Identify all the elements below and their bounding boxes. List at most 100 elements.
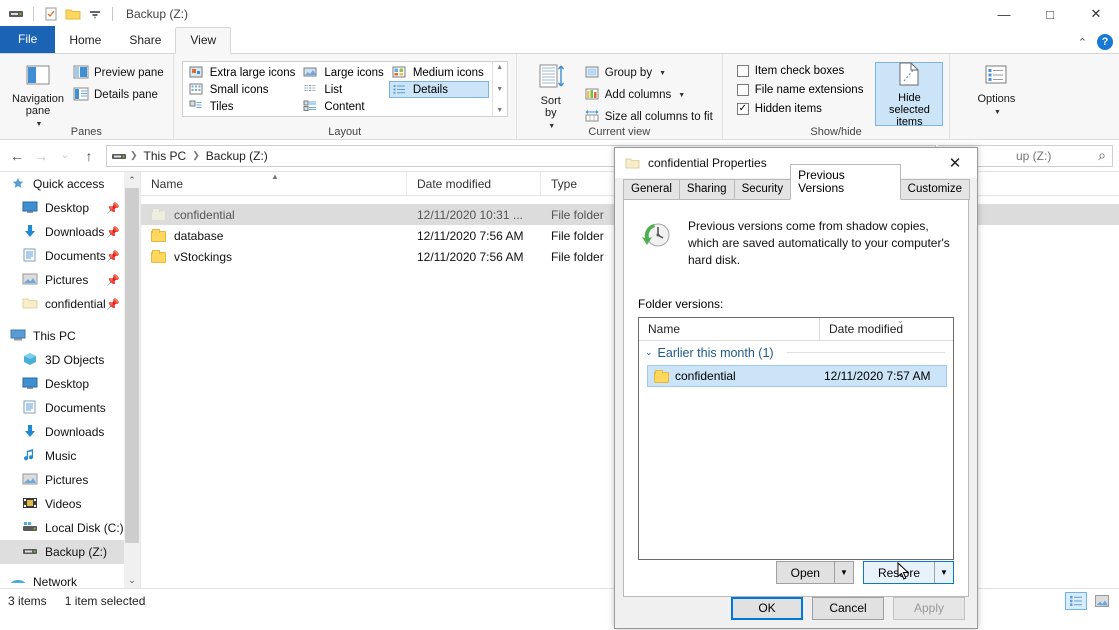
file-name-extensions-checkbox[interactable] (736, 84, 749, 96)
pin-icon[interactable]: 📌 (106, 250, 120, 263)
preview-pane-button[interactable]: Preview pane (70, 64, 167, 82)
sidebar-item-desktop[interactable]: Desktop 📌 (0, 196, 140, 220)
restore-dropdown-arrow-icon[interactable]: ▼ (934, 562, 953, 583)
tab-file[interactable]: File (0, 26, 56, 53)
chevron-down-icon[interactable]: ⌄ (645, 347, 653, 358)
close-button[interactable]: ✕ (1073, 0, 1119, 28)
sidebar-item-3d-objects[interactable]: 3D Objects (0, 348, 140, 372)
pin-icon[interactable]: 📌 (106, 202, 120, 215)
version-column-name[interactable]: Name (639, 318, 819, 341)
group-by-button[interactable]: Group by ▼ (581, 64, 716, 82)
sidebar-item-local-disk-c[interactable]: Local Disk (C:) (0, 516, 140, 540)
hidden-items-checkbox[interactable]: ✓ (736, 103, 749, 115)
tab-home[interactable]: Home (55, 28, 115, 53)
scroll-down-icon[interactable]: ⌄ (124, 572, 140, 588)
ok-button[interactable]: OK (731, 596, 803, 620)
chevron-down-icon[interactable]: ▼ (994, 107, 1001, 119)
scrollbar-thumb[interactable] (125, 188, 139, 543)
layout-content[interactable]: Content (300, 98, 388, 115)
file-name-extensions-option[interactable]: File name extensions (735, 83, 866, 97)
pin-icon[interactable]: 📌 (106, 226, 120, 239)
open-button[interactable]: Open ▼ (775, 561, 854, 584)
details-pane-button[interactable]: Details pane (70, 86, 167, 104)
layout-gallery[interactable]: Extra large icons Small icons Tiles Larg… (181, 61, 508, 117)
scroll-up-icon[interactable]: ⌃ (124, 172, 140, 188)
open-dropdown-arrow-icon[interactable]: ▼ (833, 562, 853, 583)
sort-by-button[interactable]: Sort by ▼ (527, 60, 575, 133)
layout-small-icons[interactable]: Small icons (186, 81, 301, 98)
recent-locations-button[interactable]: ⌄ (54, 145, 76, 167)
hide-selected-items-button[interactable]: Hide selected items (875, 62, 944, 128)
tab-sharing[interactable]: Sharing (678, 179, 735, 200)
list-item[interactable]: confidential 12/11/2020 7:57 AM (647, 365, 947, 387)
customize-quick-access-caret[interactable] (87, 6, 103, 22)
status-view-buttons[interactable] (1065, 591, 1113, 610)
item-check-boxes-checkbox[interactable] (736, 65, 749, 77)
tab-view[interactable]: View (175, 27, 232, 54)
sidebar-item-network[interactable]: Network (0, 570, 140, 588)
layout-tiles[interactable]: Tiles (186, 98, 301, 115)
tab-share[interactable]: Share (115, 28, 175, 53)
hidden-items-option[interactable]: ✓ Hidden items (735, 102, 866, 116)
breadcrumb-backup-z[interactable]: Backup (Z:) (203, 149, 271, 163)
tab-security[interactable]: Security (733, 179, 792, 200)
breadcrumb-this-pc[interactable]: This PC (141, 149, 190, 163)
folder-versions-list[interactable]: Name Date modified ⌄ ⌄ Earlier this mont… (638, 316, 954, 560)
navigation-pane-button[interactable]: Navigation pane ▼ (6, 60, 70, 131)
sidebar-item-documents-pc[interactable]: Documents (0, 396, 140, 420)
sidebar-item-confidential[interactable]: confidential 📌 (0, 292, 140, 316)
sidebar-item-videos[interactable]: Videos (0, 492, 140, 516)
tab-previous-versions[interactable]: Previous Versions (790, 164, 901, 200)
thumbnail-view-button[interactable] (1091, 592, 1113, 610)
cancel-button[interactable]: Cancel (812, 596, 884, 620)
sidebar-item-downloads[interactable]: Downloads 📌 (0, 220, 140, 244)
column-header-date-modified[interactable]: Date modified (407, 171, 541, 196)
quick-access-toolbar[interactable] (0, 6, 116, 22)
help-icon[interactable]: ? (1097, 34, 1113, 50)
sidebar-item-quick-access[interactable]: Quick access (0, 172, 140, 196)
forward-button[interactable]: → (30, 145, 52, 167)
ribbon-collapse-icon[interactable]: ⌃ (1078, 36, 1087, 49)
sidebar-item-documents[interactable]: Documents 📌 (0, 244, 140, 268)
layout-details[interactable]: Details (388, 81, 489, 98)
sidebar-item-this-pc[interactable]: This PC (0, 324, 140, 348)
properties-icon[interactable] (43, 6, 59, 22)
up-button[interactable]: ↑ (78, 145, 100, 167)
gallery-scroll-down-icon[interactable]: ▼ (496, 86, 503, 93)
apply-button[interactable]: Apply (893, 596, 965, 620)
back-button[interactable]: ← (6, 145, 28, 167)
layout-medium-icons[interactable]: Medium icons (389, 64, 489, 81)
options-button[interactable]: Options ▼ (964, 60, 1028, 119)
item-check-boxes-option[interactable]: Item check boxes (735, 64, 866, 78)
sidebar-item-desktop-pc[interactable]: Desktop (0, 372, 140, 396)
version-group-header[interactable]: ⌄ Earlier this month (1) (639, 341, 953, 364)
search-icon[interactable]: ⌕ (1098, 147, 1106, 164)
sidebar-item-pictures[interactable]: Pictures 📌 (0, 268, 140, 292)
layout-list[interactable]: List (300, 81, 388, 98)
pin-icon[interactable]: 📌 (106, 274, 120, 287)
tab-general[interactable]: General (623, 179, 680, 200)
pin-icon[interactable]: 📌 (106, 298, 120, 311)
layout-extra-large-icons[interactable]: Extra large icons (186, 64, 301, 81)
version-column-date-modified[interactable]: Date modified (819, 317, 947, 341)
maximize-button[interactable]: □ (1027, 0, 1073, 28)
size-all-columns-button[interactable]: Size all columns to fit (581, 108, 716, 126)
new-folder-icon[interactable] (65, 6, 81, 22)
add-columns-button[interactable]: Add columns ▼ (581, 86, 716, 104)
details-view-button[interactable] (1065, 591, 1087, 610)
sidebar-item-music[interactable]: Music (0, 444, 140, 468)
layout-large-icons[interactable]: Large icons (300, 64, 388, 81)
chevron-down-icon[interactable]: ▼ (678, 92, 685, 99)
navigation-pane-scrollbar[interactable]: ⌃ ⌄ (124, 172, 140, 588)
dialog-close-button[interactable]: ✕ (939, 149, 971, 177)
gallery-scroll-up-icon[interactable]: ▲ (496, 64, 503, 71)
sidebar-item-backup-z[interactable]: Backup (Z:) (0, 540, 140, 564)
minimize-button[interactable]: — (981, 0, 1027, 28)
window-controls[interactable]: — □ ✕ (981, 0, 1119, 28)
gallery-expand-icon[interactable]: ▼ (496, 107, 503, 114)
layout-gallery-scrollbar[interactable]: ▲ ▼ ▼ (491, 62, 507, 116)
sidebar-item-downloads-pc[interactable]: Downloads (0, 420, 140, 444)
tab-customize[interactable]: Customize (899, 179, 970, 200)
chevron-down-icon[interactable]: ▼ (659, 70, 666, 77)
sidebar-item-pictures-pc[interactable]: Pictures (0, 468, 140, 492)
